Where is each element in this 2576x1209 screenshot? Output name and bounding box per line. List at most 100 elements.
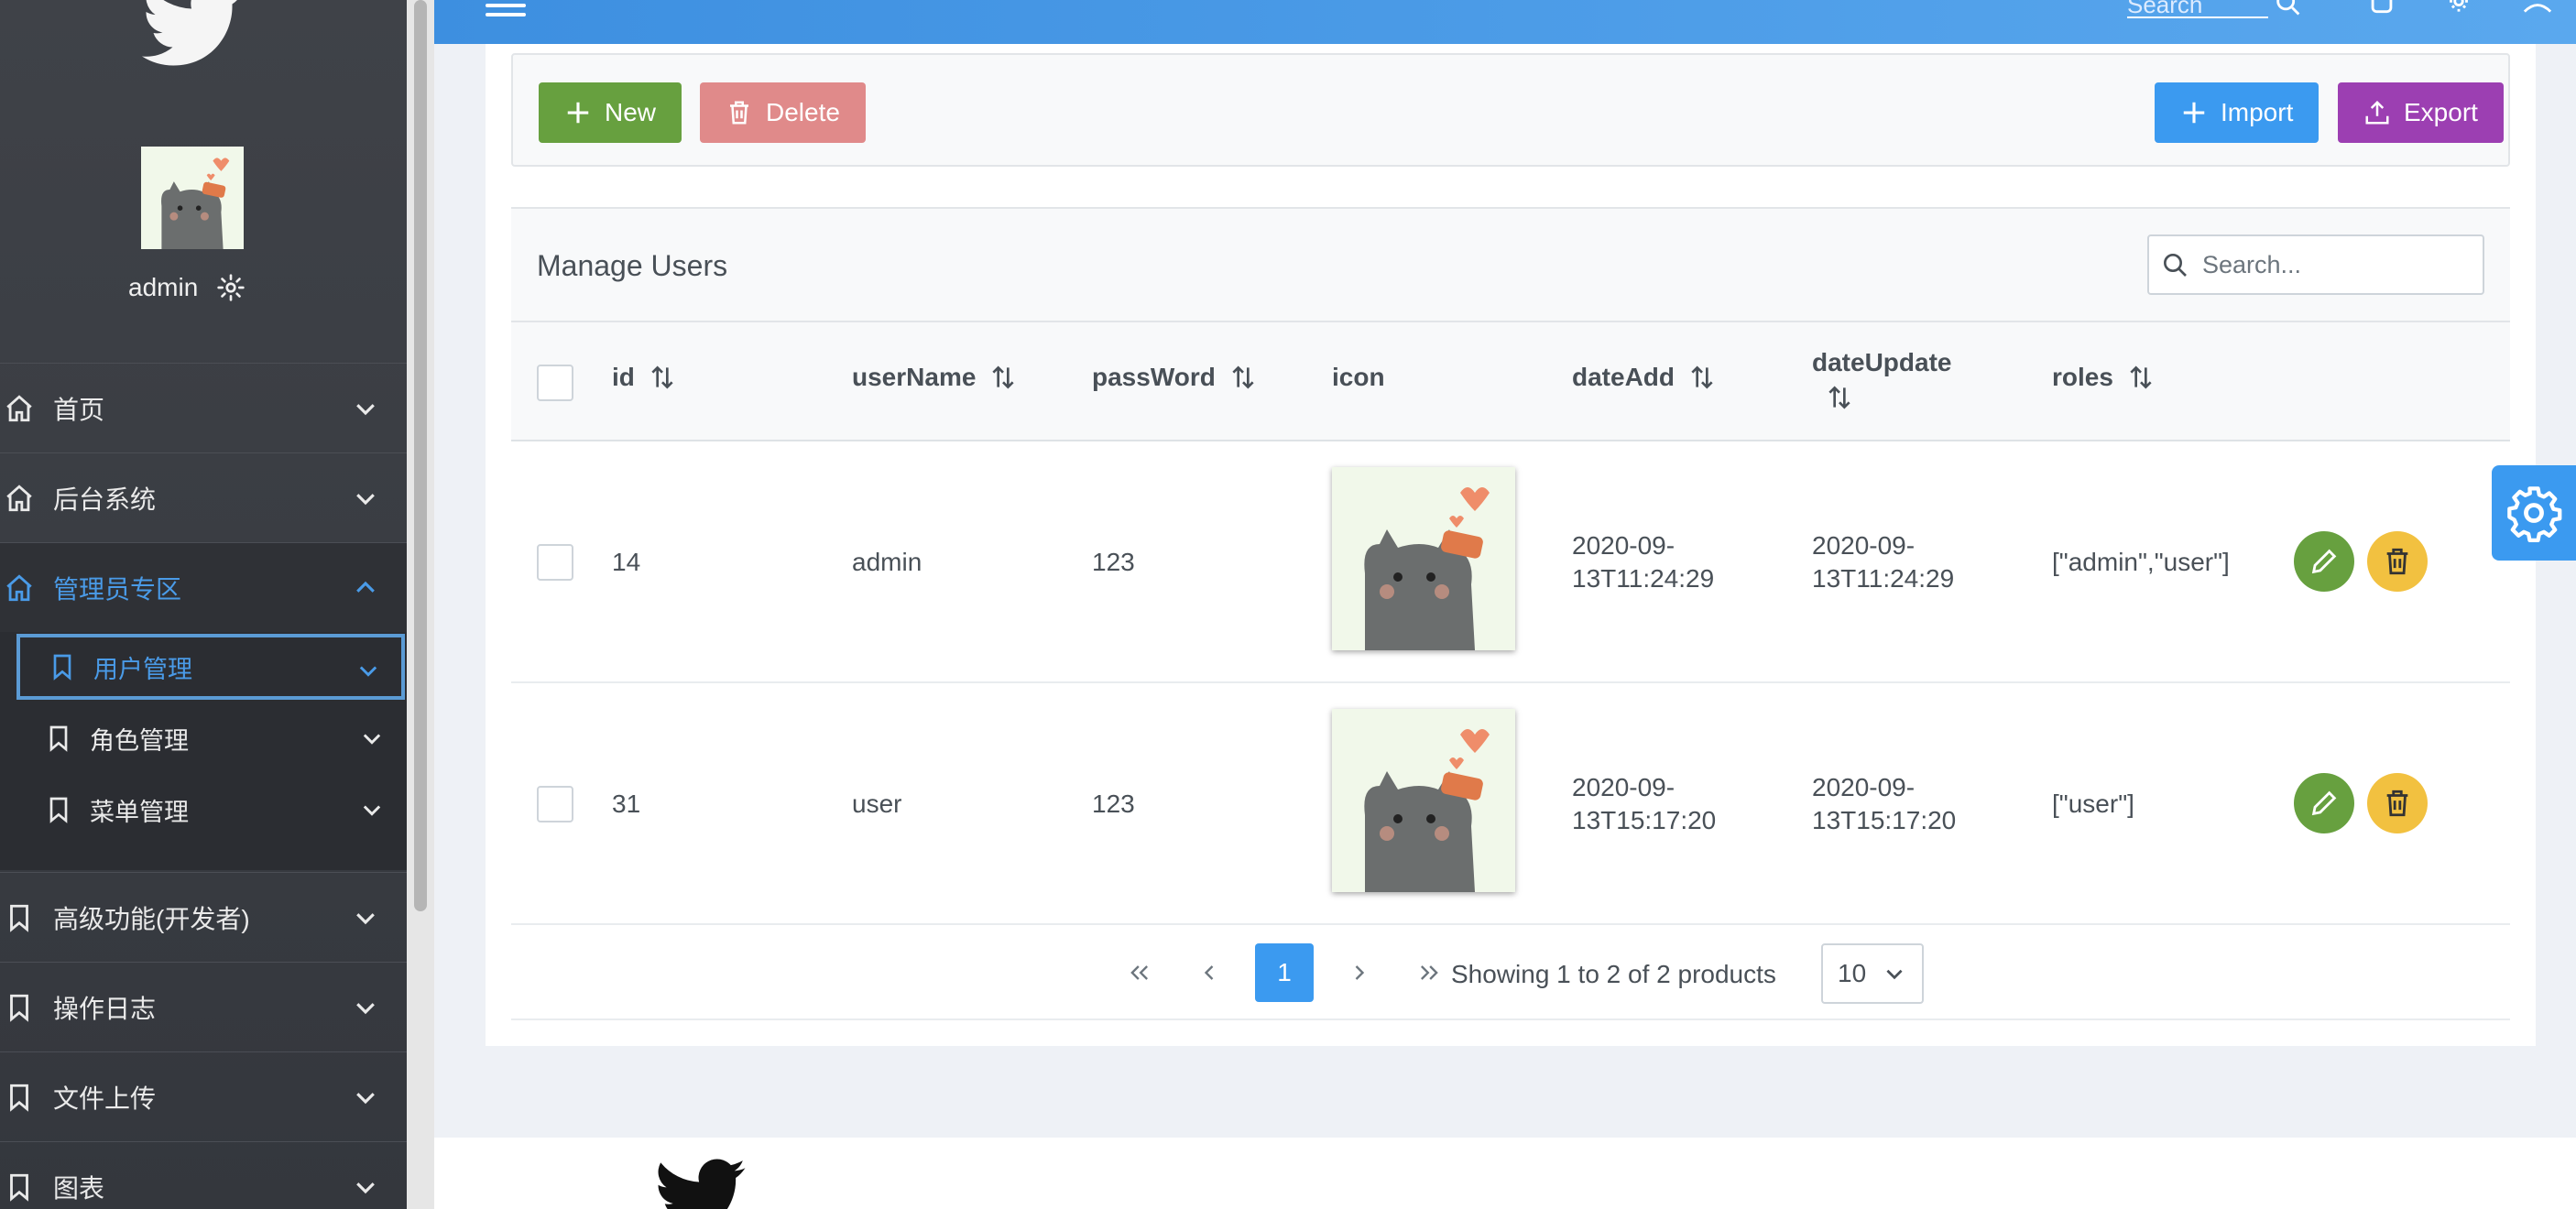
sort-icon[interactable] [1825,383,1854,412]
chevrons-left-icon [1130,965,1148,980]
sidebar-item-advanced[interactable]: 高级功能(开发者) [0,872,407,962]
sidebar-item-label: 高级功能(开发者) [53,904,250,933]
table-column-header: id userName passWord icon dateAdd dateUp… [511,322,2510,441]
gear-icon[interactable] [2440,0,2477,22]
sidebar-item-label: 首页 [53,395,105,424]
row-checkbox[interactable] [537,786,573,822]
avatar[interactable] [141,147,244,249]
cat-avatar-icon [1364,729,1490,892]
sidebar-item-label: 后台系统 [53,485,157,514]
sort-icon[interactable] [1687,363,1717,392]
cell-dateadd: 2020-09-13T11:24:29 [1572,531,1715,593]
new-button-label: New [605,98,657,126]
sidebar-subitem-menu-management[interactable]: 菜单管理 [16,777,405,843]
next-page-button[interactable] [1330,943,1389,1002]
table-row: 14 admin 123 2020-09-13T11:24:29 2020-09… [511,441,2510,683]
page-button-current[interactable]: 1 [1255,943,1314,1002]
footer [434,1138,2576,1209]
chevron-down-icon [355,658,381,683]
plus-icon [2180,99,2208,126]
chevron-down-icon [352,395,379,422]
first-page-button[interactable] [1110,943,1169,1002]
trash-icon [2382,788,2413,819]
sidebar-item-backend-system[interactable]: 后台系统 [0,452,407,542]
sidebar-item-admin-area[interactable]: 管理员专区 [0,542,407,632]
gear-icon [2507,486,2562,542]
settings-float-button[interactable] [2492,465,2576,561]
sidebar-item-home[interactable]: 首页 [0,363,407,452]
bookmark-icon [44,724,73,753]
sidebar-item-file-upload[interactable]: 文件上传 [0,1051,407,1141]
column-header-username[interactable]: userName [852,363,1018,392]
sort-icon[interactable] [648,363,677,392]
column-header-dateadd[interactable]: dateAdd [1572,363,1717,392]
bookmark-icon [4,1171,35,1203]
chevron-up-icon [352,574,379,602]
delete-button[interactable]: Delete [700,82,866,143]
table-search-input[interactable] [2202,250,2477,279]
bookmark-icon [4,1082,35,1113]
pagination-summary: Showing 1 to 2 of 2 products [1451,960,1776,988]
edit-icon [2309,788,2340,819]
sidebar-subitem-label: 菜单管理 [90,798,189,826]
last-page-button[interactable] [1400,943,1458,1002]
sidebar-subitem-role-management[interactable]: 角色管理 [16,705,405,771]
main-content: New Delete Import Export Manage Users Se… [486,44,2536,1046]
sidebar-subitem-user-management[interactable]: 用户管理 [16,634,405,700]
column-header-label: userName [852,363,977,391]
twitter-bird-icon [658,1159,746,1209]
column-header-dateupdate[interactable]: dateUpdate [1812,348,1951,412]
export-button[interactable]: Export [2338,82,2504,143]
topbar: Search [434,0,2576,44]
column-header-roles[interactable]: roles [2052,363,2156,392]
tablet-icon[interactable] [2363,0,2400,22]
user-icon[interactable] [2519,0,2556,22]
sidebar-item-label: 文件上传 [53,1084,157,1113]
trash-icon [726,99,753,126]
edit-icon [2309,546,2340,577]
column-header-id[interactable]: id [612,363,677,392]
sidebar-item-label: 管理员专区 [53,574,182,604]
row-checkbox[interactable] [537,544,573,581]
menu-icon[interactable] [486,0,526,16]
cell-id: 14 [612,548,641,576]
table-search[interactable] [2147,234,2484,295]
page-size-select[interactable]: 10 [1821,943,1924,1004]
new-button[interactable]: New [539,82,682,143]
cell-roles: ["user"] [2052,790,2134,818]
chevron-down-icon [359,797,385,822]
users-table-card: Manage Users id userName passWord [511,207,2510,1020]
sort-icon[interactable] [2126,363,2156,392]
cell-password: 123 [1092,548,1135,576]
cat-avatar-icon [161,158,230,249]
toolbar: New Delete Import Export [511,53,2510,167]
header-search-input[interactable]: Search [2127,0,2268,18]
sidebar-item-operation-log[interactable]: 操作日志 [0,962,407,1051]
delete-row-button[interactable] [2367,531,2428,592]
column-header-password[interactable]: passWord [1092,363,1258,392]
pagination: 1 Showing 1 to 2 of 2 products 10 [511,925,2510,1020]
sidebar-item-label: 操作日志 [53,994,157,1023]
sort-icon[interactable] [1228,363,1258,392]
edit-button[interactable] [2294,773,2354,833]
chevron-left-icon [1204,965,1214,980]
import-button[interactable]: Import [2155,82,2319,143]
sidebar-item-charts[interactable]: 图表 [0,1141,407,1209]
home-icon [4,483,35,514]
sidebar-scrollbar-thumb[interactable] [414,0,427,911]
delete-row-button[interactable] [2367,773,2428,833]
user-icon-image [1332,467,1515,650]
sort-icon[interactable] [988,363,1018,392]
home-icon [4,393,35,424]
user-icon-image [1332,709,1515,892]
prev-page-button[interactable] [1180,943,1239,1002]
search-icon[interactable] [2270,0,2307,22]
gear-icon[interactable] [216,273,246,302]
edit-button[interactable] [2294,531,2354,592]
header-search-placeholder: Search [2127,0,2203,18]
select-all-checkbox[interactable] [537,365,573,401]
cat-avatar-icon [1364,487,1490,650]
table-header-bar: Manage Users [511,209,2510,322]
cell-dateupdate: 2020-09-13T15:17:20 [1812,773,1957,834]
column-header-label: id [612,363,635,391]
